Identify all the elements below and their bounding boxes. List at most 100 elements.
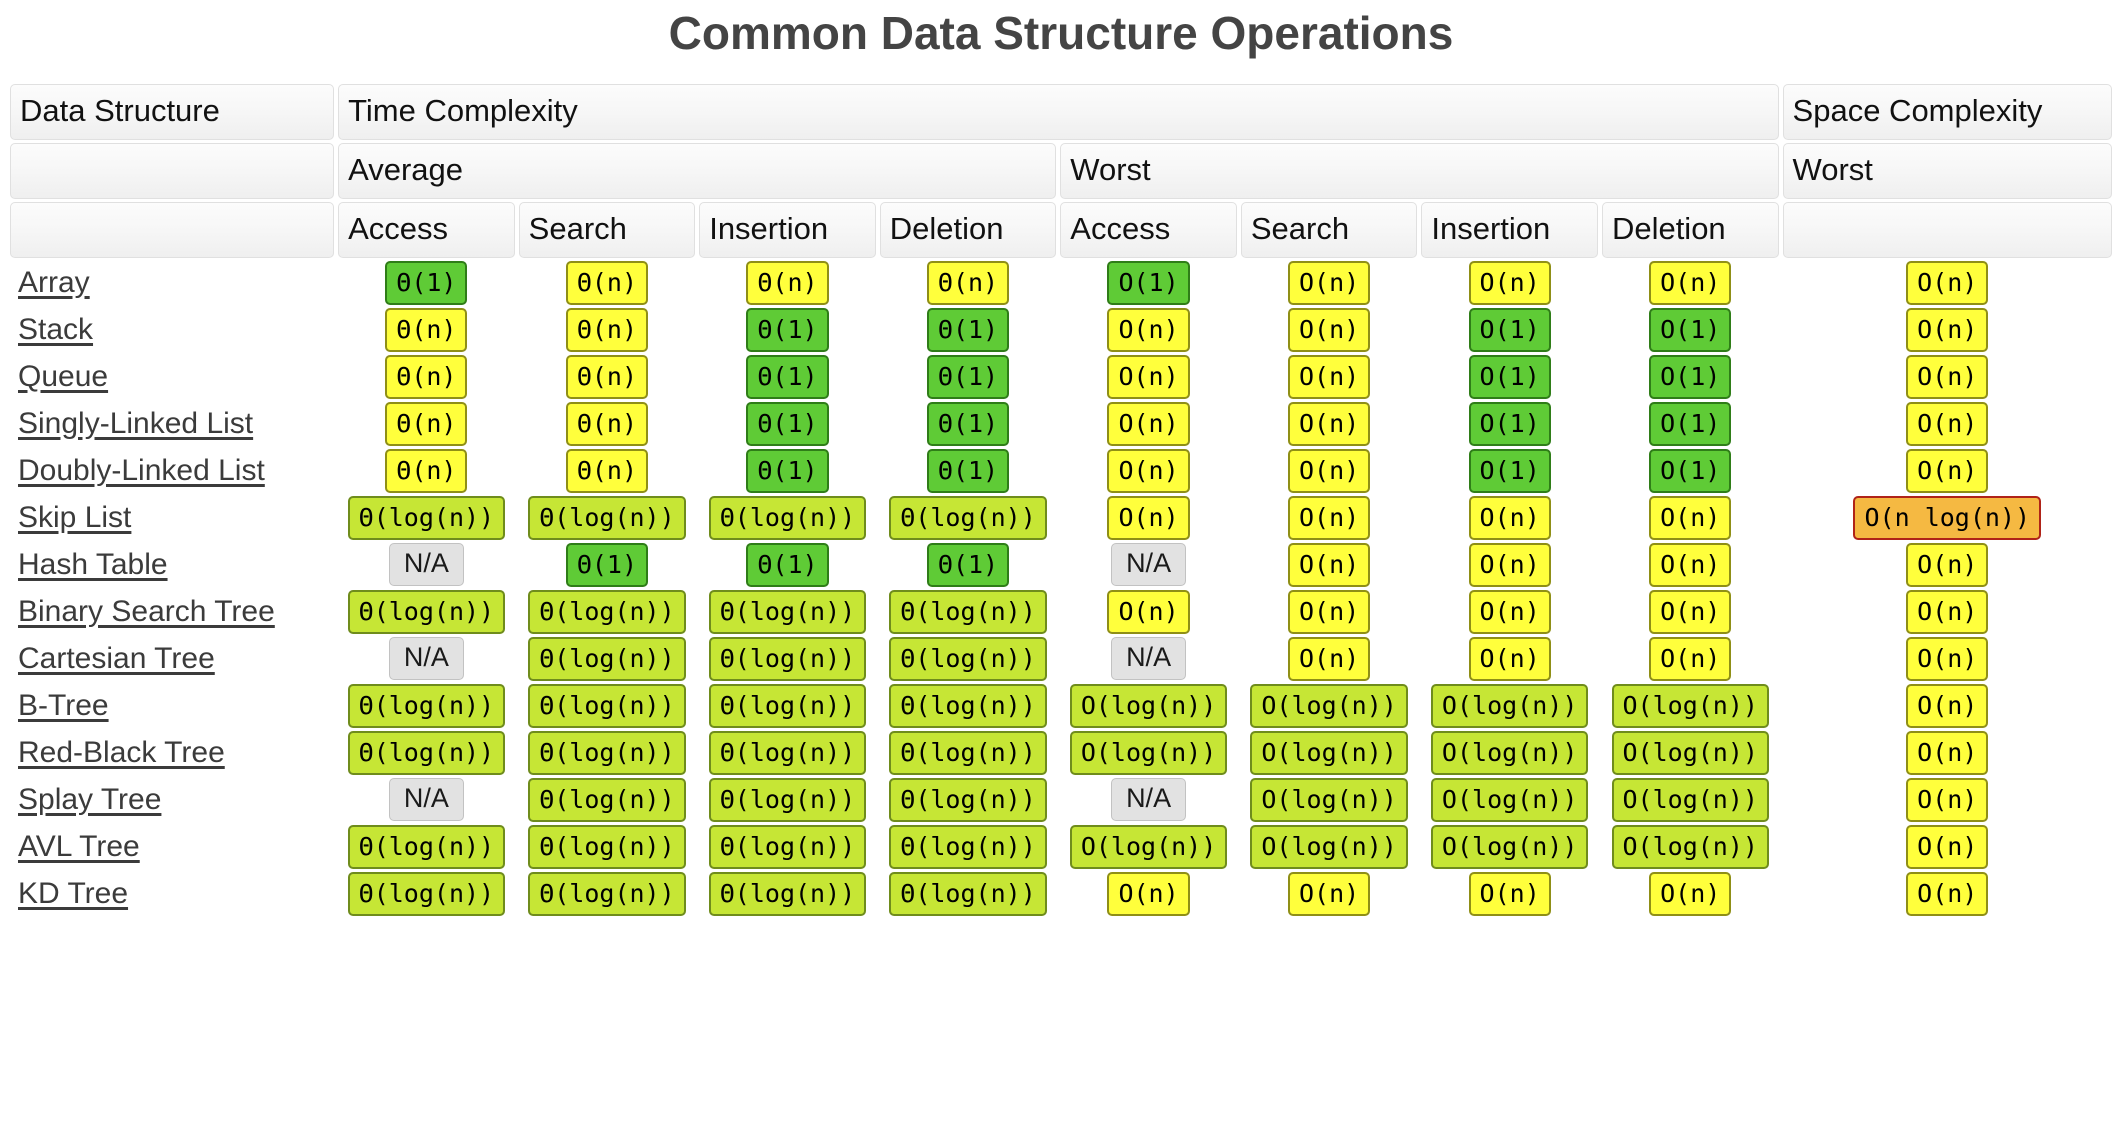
header-row-category: Data Structure Time Complexity Space Compl… [10, 83, 2112, 140]
complexity-badge-yellow: O(n) [1288, 589, 1371, 634]
row-link-queue[interactable]: Queue [10, 355, 334, 399]
row-link-binary-search-tree[interactable]: Binary Search Tree [10, 590, 334, 634]
complexity-badge-lime: Θ(log(n)) [708, 683, 867, 728]
cell-singly-linked-list-3: Θ(1) [699, 401, 876, 446]
cell-stack-1: Θ(n) [338, 307, 515, 352]
cell-kd-tree-2: Θ(log(n)) [519, 871, 696, 916]
cell-b-tree-2: Θ(log(n)) [519, 683, 696, 728]
cell-cartesian-tree-4: Θ(log(n)) [880, 636, 1057, 681]
complexity-badge-lime: Θ(log(n)) [889, 824, 1047, 869]
cell-queue-1: Θ(n) [338, 354, 515, 399]
cell-avl-tree-5: O(log(n)) [1060, 824, 1237, 869]
complexity-badge-lime: Θ(log(n)) [708, 730, 867, 775]
cell-doubly-linked-list-3: Θ(1) [699, 448, 876, 493]
complexity-badge-yellow: Θ(n) [385, 401, 468, 446]
complexity-badge-na: N/A [388, 637, 464, 681]
row-link-splay-tree[interactable]: Splay Tree [10, 778, 334, 822]
cell-cartesian-tree-5: N/A [1060, 637, 1237, 681]
row-link-cartesian-tree[interactable]: Cartesian Tree [10, 637, 334, 681]
cell-binary-search-tree-1: Θ(log(n)) [338, 589, 515, 634]
cell-kd-tree-1: Θ(log(n)) [338, 871, 515, 916]
row-link-doubly-linked-list[interactable]: Doubly-Linked List [10, 449, 334, 493]
complexity-badge-green: Θ(1) [746, 307, 829, 352]
complexity-badge-na: N/A [388, 543, 464, 587]
cell-b-tree-8: O(log(n)) [1602, 683, 1779, 728]
complexity-badge-na: N/A [388, 778, 464, 822]
cell-queue-6: O(n) [1241, 354, 1418, 399]
row-link-avl-tree[interactable]: AVL Tree [10, 825, 334, 869]
header-cell-blank-1 [10, 142, 335, 199]
row-link-singly-linked-list[interactable]: Singly-Linked List [10, 402, 334, 446]
row-link-b-tree[interactable]: B-Tree [10, 684, 334, 728]
complexity-badge-green: Θ(1) [565, 542, 649, 587]
complexity-badge-yellow: Θ(n) [565, 448, 649, 493]
cell-avl-tree-7: O(log(n)) [1421, 824, 1598, 869]
cell-singly-linked-list-6: O(n) [1241, 401, 1418, 446]
cell-skip-list-7: O(n) [1421, 495, 1598, 540]
complexity-badge-yellow: O(n) [1468, 542, 1551, 587]
cell-queue-2: Θ(n) [519, 354, 696, 399]
complexity-badge-lime: Θ(log(n)) [528, 777, 686, 822]
cell-red-black-tree-9: O(n) [1783, 730, 2112, 775]
row-link-array[interactable]: Array [10, 261, 334, 305]
cell-skip-list-5: O(n) [1060, 495, 1237, 540]
cell-singly-linked-list-7: O(1) [1421, 401, 1598, 446]
cell-doubly-linked-list-7: O(1) [1421, 448, 1598, 493]
row-link-red-black-tree[interactable]: Red-Black Tree [10, 731, 334, 775]
complexity-badge-lime: Θ(log(n)) [347, 495, 506, 540]
cell-skip-list-1: Θ(log(n)) [338, 495, 515, 540]
cell-b-tree-6: O(log(n)) [1241, 683, 1418, 728]
row-link-stack[interactable]: Stack [10, 308, 334, 352]
complexity-badge-yellow: O(n) [1468, 589, 1551, 634]
cell-kd-tree-6: O(n) [1241, 871, 1418, 916]
complexity-badge-orange: O(n log(n)) [1853, 495, 2042, 540]
cell-queue-4: Θ(1) [880, 354, 1057, 399]
complexity-badge-lime: Θ(log(n)) [347, 730, 506, 775]
complexity-badge-lime: Θ(log(n)) [708, 589, 867, 634]
complexity-badge-yellow: O(n) [1906, 260, 1989, 305]
row-link-kd-tree[interactable]: KD Tree [10, 872, 334, 916]
cell-binary-search-tree-7: O(n) [1421, 589, 1598, 634]
complexity-badge-lime: Θ(log(n)) [889, 871, 1047, 916]
header-cell-search: Search [518, 201, 696, 258]
cell-red-black-tree-8: O(log(n)) [1602, 730, 1779, 775]
complexity-badge-yellow: O(n) [1107, 589, 1190, 634]
complexity-badge-green: Θ(1) [746, 542, 829, 587]
cell-queue-5: O(n) [1060, 354, 1237, 399]
header-cell-insertion: Insertion [699, 201, 876, 258]
cell-cartesian-tree-7: O(n) [1421, 636, 1598, 681]
complexity-badge-green: O(1) [1649, 448, 1732, 493]
complexity-badge-green: Θ(1) [746, 354, 829, 399]
cell-array-5: O(1) [1060, 260, 1237, 305]
cell-stack-3: Θ(1) [699, 307, 876, 352]
header-cell-worst: Worst [1060, 142, 1779, 199]
complexity-badge-yellow: Θ(n) [565, 354, 649, 399]
cell-singly-linked-list-2: Θ(n) [519, 401, 696, 446]
complexity-badge-yellow: O(n) [1288, 871, 1371, 916]
cell-red-black-tree-3: Θ(log(n)) [699, 730, 876, 775]
cell-b-tree-5: O(log(n)) [1060, 683, 1237, 728]
cell-hash-table-9: O(n) [1783, 542, 2112, 587]
complexity-badge-yellow: O(n) [1288, 542, 1371, 587]
cell-cartesian-tree-2: Θ(log(n)) [519, 636, 696, 681]
cell-doubly-linked-list-6: O(n) [1241, 448, 1418, 493]
cell-red-black-tree-1: Θ(log(n)) [338, 730, 515, 775]
row-link-hash-table[interactable]: Hash Table [10, 543, 334, 587]
complexity-badge-lime: Θ(log(n)) [347, 824, 506, 869]
header-cell-average: Average [338, 142, 1057, 199]
table-row: Binary Search Tree Θ(log(n)) Θ(log(n)) Θ(lo… [10, 589, 2112, 634]
cell-kd-tree-4: Θ(log(n)) [880, 871, 1057, 916]
complexity-badge-green: Θ(1) [926, 307, 1010, 352]
table-row: Hash Table N/A Θ(1) Θ(1) Θ(1) N/A O(n) O(n) O(n)… [10, 542, 2112, 587]
cell-kd-tree-9: O(n) [1783, 871, 2112, 916]
cell-cartesian-tree-8: O(n) [1602, 636, 1779, 681]
complexity-badge-green: O(1) [1468, 448, 1551, 493]
cell-red-black-tree-4: Θ(log(n)) [880, 730, 1057, 775]
row-link-skip-list[interactable]: Skip List [10, 496, 334, 540]
complexity-badge-yellow: O(n) [1468, 871, 1551, 916]
cell-kd-tree-8: O(n) [1602, 871, 1779, 916]
complexity-badge-lime: O(log(n)) [1069, 683, 1228, 728]
cell-b-tree-3: Θ(log(n)) [699, 683, 876, 728]
cell-skip-list-3: Θ(log(n)) [699, 495, 876, 540]
header-cell-blank-1 [10, 201, 335, 258]
